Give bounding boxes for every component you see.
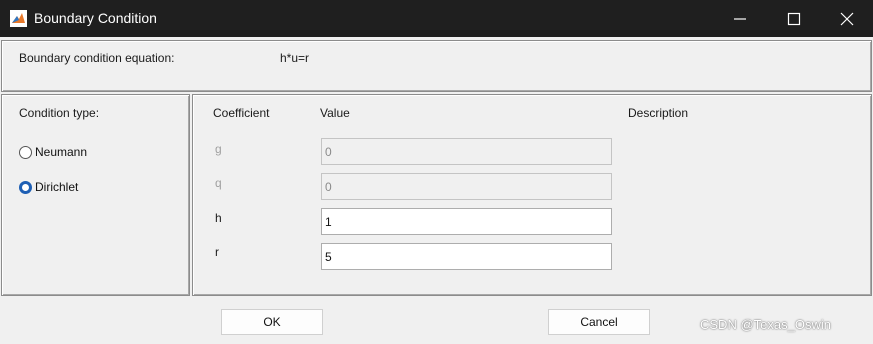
title-bar[interactable]: Boundary Condition — [0, 0, 873, 37]
equation-value: h*u=r — [280, 51, 310, 65]
matlab-app-icon — [10, 10, 27, 27]
boundary-condition-dialog: Boundary Condition Boundary condition eq… — [0, 0, 873, 344]
description-header: Description — [628, 106, 689, 120]
coef-value-r[interactable] — [321, 243, 612, 270]
radio-checked-icon — [19, 180, 32, 194]
ok-button[interactable]: OK — [221, 309, 323, 335]
equation-label: Boundary condition equation: — [19, 51, 175, 65]
coef-name-r: r — [215, 245, 219, 259]
minimize-button[interactable] — [716, 0, 764, 37]
close-button[interactable] — [823, 0, 871, 37]
maximize-icon — [787, 12, 801, 26]
window-title: Boundary Condition — [34, 10, 157, 26]
radio-neumann-label: Neumann — [35, 145, 88, 159]
maximize-button[interactable] — [770, 0, 818, 37]
minimize-icon — [734, 18, 746, 20]
radio-dirichlet[interactable]: Dirichlet — [19, 180, 78, 194]
condition-type-panel: Condition type: Neumann Dirichlet — [1, 94, 190, 296]
coef-value-g — [321, 138, 612, 165]
cancel-button[interactable]: Cancel — [548, 309, 650, 335]
equation-panel: Boundary condition equation: h*u=r — [1, 40, 872, 92]
close-icon — [840, 12, 854, 26]
coefficient-panel: Coefficient Value Description g q h r — [192, 94, 872, 296]
radio-dirichlet-label: Dirichlet — [35, 180, 79, 194]
coef-name-q: q — [215, 176, 222, 190]
coef-value-h[interactable] — [321, 208, 612, 235]
coefficient-header: Coefficient — [213, 106, 270, 120]
condition-type-label: Condition type: — [19, 106, 100, 120]
value-header: Value — [320, 106, 350, 120]
radio-neumann[interactable]: Neumann — [19, 145, 87, 159]
coef-value-q — [321, 173, 612, 200]
radio-unchecked-icon — [19, 145, 32, 159]
coef-name-h: h — [215, 211, 222, 225]
coef-name-g: g — [215, 142, 222, 156]
watermark-text: CSDN @Texas_Oswin — [700, 317, 831, 332]
